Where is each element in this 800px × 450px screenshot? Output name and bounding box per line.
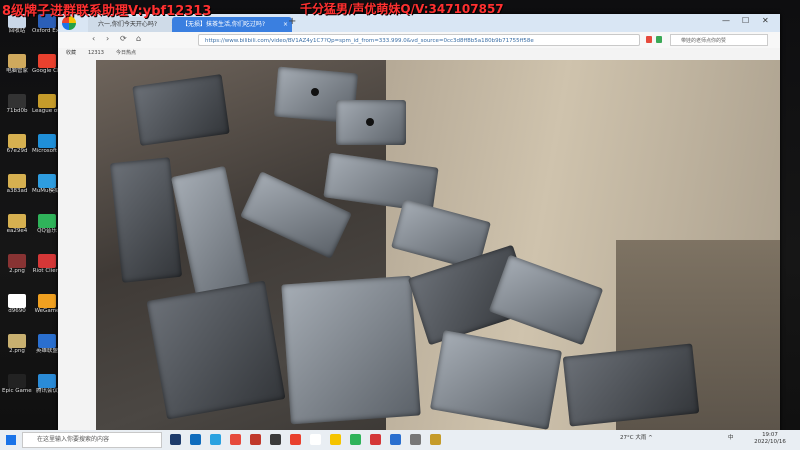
clock-time: 19:07 [762, 432, 778, 438]
weather-status[interactable]: 27°C 大雨 ^ [620, 433, 653, 441]
desktop-icon[interactable]: Epic Games Launcher [2, 374, 32, 394]
desktop-icon-label: ea29e4 [6, 228, 28, 234]
desktop-icon-label: a383ad [6, 188, 28, 194]
home-button[interactable]: ⌂ [136, 34, 141, 43]
desktop-icon-label: 电脑管家 [5, 68, 28, 74]
desktop-icon[interactable]: 2.png [2, 334, 32, 354]
taskbar-app-icon[interactable] [370, 434, 381, 445]
desktop-icon[interactable]: 71bd0b [2, 94, 32, 114]
app-icon [38, 174, 56, 188]
app-icon [8, 134, 26, 148]
address-bar[interactable]: https://www.bilibili.com/video/BV1AZ4y1C… [198, 34, 640, 46]
new-tab-button[interactable]: + [288, 16, 296, 27]
app-icon [38, 374, 56, 388]
desktop-icon[interactable]: ea29e4 [2, 214, 32, 234]
bookmark-item[interactable]: 收藏 [66, 48, 76, 58]
video-player[interactable] [96, 60, 780, 432]
taskbar-search-input[interactable]: 在这里输入你要搜索的内容 [22, 432, 162, 448]
forward-button[interactable]: › [106, 34, 109, 43]
bookmark-item[interactable]: 今日热点 [116, 48, 136, 58]
taskbar-app-icon[interactable] [250, 434, 261, 445]
app-icon [38, 94, 56, 108]
bookmark-item[interactable]: 12313 [88, 48, 104, 58]
desktop-icon[interactable]: 67e29d [2, 134, 32, 154]
desktop-icon[interactable]: a383ad [2, 174, 32, 194]
desktop-icon-label: 2.png [9, 348, 25, 354]
charcoal-briquette [109, 157, 183, 283]
desktop-icon-label: 71bd0b [6, 108, 28, 114]
taskbar-app-icon[interactable] [270, 434, 281, 445]
app-icon [8, 94, 26, 108]
tab-1[interactable]: 六一,你们今天开心吗? × [88, 17, 180, 32]
app-icon [8, 54, 26, 68]
ime-indicator[interactable]: 中 [728, 433, 734, 441]
charcoal-briquette [562, 343, 700, 427]
taskbar: 在这里输入你要搜索的内容 27°C 大雨 ^ 中 19:07 2022/10/1… [0, 430, 800, 450]
taskbar-app-icon[interactable] [390, 434, 401, 445]
taskbar-app-icon[interactable] [190, 434, 201, 445]
app-icon [38, 214, 56, 228]
app-icon [38, 334, 56, 348]
taskbar-app-icon[interactable] [170, 434, 181, 445]
desktop-icon-label: 2.png [9, 268, 25, 274]
taskbar-app-icon[interactable] [210, 434, 221, 445]
toolbar: ‹ › ⟳ ⌂ https://www.bilibili.com/video/B… [58, 32, 780, 48]
app-icon [8, 174, 26, 188]
desktop-icon[interactable]: 2.png [2, 254, 32, 274]
back-button[interactable]: ‹ [92, 34, 95, 43]
maximize-button[interactable]: ☐ [742, 16, 749, 25]
app-icon [8, 254, 26, 268]
taskbar-app-icon[interactable] [230, 434, 241, 445]
desktop-icon[interactable]: 电脑管家 [2, 54, 32, 74]
taskbar-app-icon[interactable] [330, 434, 341, 445]
app-icon [8, 294, 26, 308]
tab-label: 六一,你们今天开心吗? [98, 21, 158, 28]
app-icon [8, 214, 26, 228]
taskbar-app-icon[interactable] [310, 434, 321, 445]
desktop-icon-label: d9690 [8, 308, 26, 314]
stream-overlay-right: 千分猛男/声优萌妹Q/V:347107857 [300, 2, 504, 16]
desktop-icon[interactable]: d9690 [2, 294, 32, 314]
taskbar-app-icon[interactable] [350, 434, 361, 445]
tab-label: 【无损】抹茶生活,你们吃过吗? [182, 21, 266, 28]
taskbar-app-icon[interactable] [410, 434, 421, 445]
desktop-icon-label: 回收站 [8, 28, 26, 34]
taskbar-app-icon[interactable] [290, 434, 301, 445]
clock-date: 2022/10/16 [754, 439, 786, 445]
charcoal-briquette [281, 275, 421, 425]
refresh-button[interactable]: ⟳ [120, 34, 127, 43]
briquette-hole [366, 118, 374, 126]
minimize-button[interactable]: — [722, 16, 730, 25]
clock[interactable]: 19:07 2022/10/16 [748, 432, 792, 446]
app-icon [38, 294, 56, 308]
app-icon [38, 134, 56, 148]
tab-2-active[interactable]: 【无损】抹茶生活,你们吃过吗? × [172, 17, 292, 32]
taskbar-app-icon[interactable] [430, 434, 441, 445]
search-input[interactable]: 带娃的老师点你的赞 [670, 34, 768, 46]
extension-icon[interactable] [646, 36, 652, 43]
desktop-icon-label: Epic Games Launcher [2, 388, 32, 394]
app-icon [8, 334, 26, 348]
desktop-icon-label: 67e29d [6, 148, 28, 154]
stream-overlay-left: 8级牌子进群联系助理V:ybf12313 [2, 4, 212, 19]
charcoal-briquette [146, 280, 286, 420]
charcoal-briquette [132, 74, 230, 146]
bookmarks-bar: 收藏 12313 今日热点 [58, 48, 780, 58]
app-icon [8, 374, 26, 388]
app-icon [38, 54, 56, 68]
windows-start-icon[interactable] [6, 435, 16, 445]
app-icon [38, 254, 56, 268]
extension-icon[interactable] [656, 36, 662, 43]
briquette-hole [311, 88, 319, 96]
browser-window: 六一,你们今天开心吗? × 【无损】抹茶生活,你们吃过吗? × + — ☐ ✕ … [58, 14, 780, 432]
close-button[interactable]: ✕ [762, 16, 769, 25]
